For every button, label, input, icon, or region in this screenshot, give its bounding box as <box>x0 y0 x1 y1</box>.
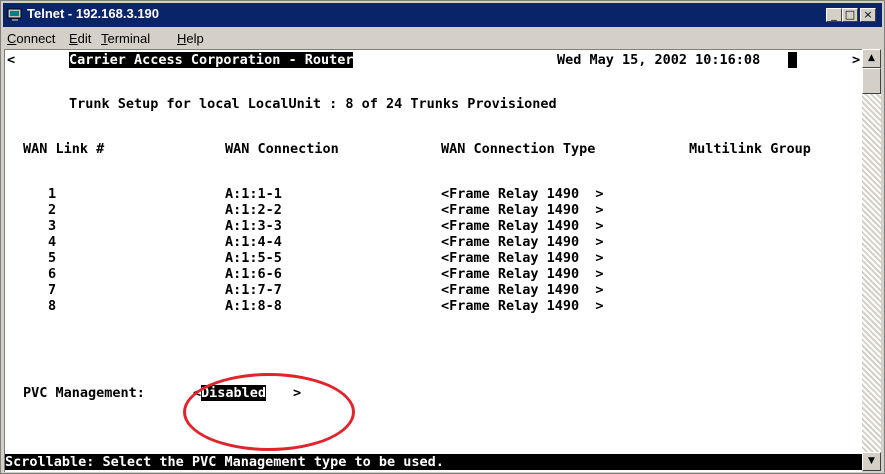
pvc-management-label: PVC Management: <box>23 385 145 401</box>
row-1-link: 1 <box>48 186 57 202</box>
scroll-up-button[interactable]: ▲ <box>862 49 881 68</box>
scroll-left-marker: < <box>7 52 16 68</box>
row-7-connection: A:1:7-7 <box>225 282 282 298</box>
menu-help[interactable]: Help <box>177 31 204 46</box>
menu-terminal[interactable]: Terminal <box>101 31 150 46</box>
row-8-type[interactable]: <Frame Relay 1490 > <box>441 298 604 314</box>
datetime: Wed May 15, 2002 10:16:08 <box>557 52 761 68</box>
row-8-connection: A:1:8-8 <box>225 298 282 314</box>
vertical-scrollbar[interactable]: ▲ ▼ <box>862 49 881 471</box>
menu-edit[interactable]: Edit <box>69 31 91 46</box>
row-6-connection: A:1:6-6 <box>225 266 282 282</box>
telnet-app-icon[interactable] <box>7 7 23 23</box>
scroll-thumb[interactable] <box>862 68 881 94</box>
row-1-type[interactable]: <Frame Relay 1490 > <box>441 186 604 202</box>
row-5-link: 5 <box>48 250 57 266</box>
row-2-link: 2 <box>48 202 57 218</box>
title-bar[interactable]: Telnet - 192.168.3.190 _ □ × <box>3 3 882 27</box>
column-header-connection-type: WAN Connection Type <box>441 141 596 157</box>
row-7-type[interactable]: <Frame Relay 1490 > <box>441 282 604 298</box>
column-header-wan-link: WAN Link # <box>23 141 105 157</box>
menu-bar: Connect Edit Terminal Help <box>3 28 882 48</box>
menu-connect[interactable]: Connect <box>7 31 55 46</box>
row-5-connection: A:1:5-5 <box>225 250 282 266</box>
row-3-type[interactable]: <Frame Relay 1490 > <box>441 218 604 234</box>
company-header: Carrier Access Corporation - Router <box>69 52 354 68</box>
row-7-link: 7 <box>48 282 57 298</box>
status-line: Scrollable: Select the PVC Management ty… <box>5 454 862 470</box>
row-4-type[interactable]: <Frame Relay 1490 > <box>441 234 604 250</box>
row-3-connection: A:1:3-3 <box>225 218 282 234</box>
row-4-connection: A:1:4-4 <box>225 234 282 250</box>
text-cursor <box>788 52 797 68</box>
minimize-button[interactable]: _ <box>826 8 842 22</box>
row-8-link: 8 <box>48 298 57 314</box>
maximize-button[interactable]: □ <box>842 8 858 22</box>
row-6-type[interactable]: <Frame Relay 1490 > <box>441 266 604 282</box>
window-title: Telnet - 192.168.3.190 <box>27 6 160 21</box>
row-6-link: 6 <box>48 266 57 282</box>
scroll-right-marker: > <box>852 52 861 68</box>
row-5-type[interactable]: <Frame Relay 1490 > <box>441 250 604 266</box>
column-header-multilink-group: Multilink Group <box>689 141 811 157</box>
column-header-wan-connection: WAN Connection <box>225 141 339 157</box>
telnet-window: Telnet - 192.168.3.190 _ □ × Connect Edi… <box>0 0 885 474</box>
highlight-circle-annotation <box>183 373 355 451</box>
row-2-type[interactable]: <Frame Relay 1490 > <box>441 202 604 218</box>
row-4-link: 4 <box>48 234 57 250</box>
scroll-down-button[interactable]: ▼ <box>862 452 881 471</box>
close-button[interactable]: × <box>860 8 876 22</box>
row-2-connection: A:1:2-2 <box>225 202 282 218</box>
row-1-connection: A:1:1-1 <box>225 186 282 202</box>
page-subtitle: Trunk Setup for local LocalUnit : 8 of 2… <box>69 96 557 112</box>
row-3-link: 3 <box>48 218 57 234</box>
terminal-screen[interactable]: < Carrier Access Corporation - Router We… <box>4 49 862 472</box>
